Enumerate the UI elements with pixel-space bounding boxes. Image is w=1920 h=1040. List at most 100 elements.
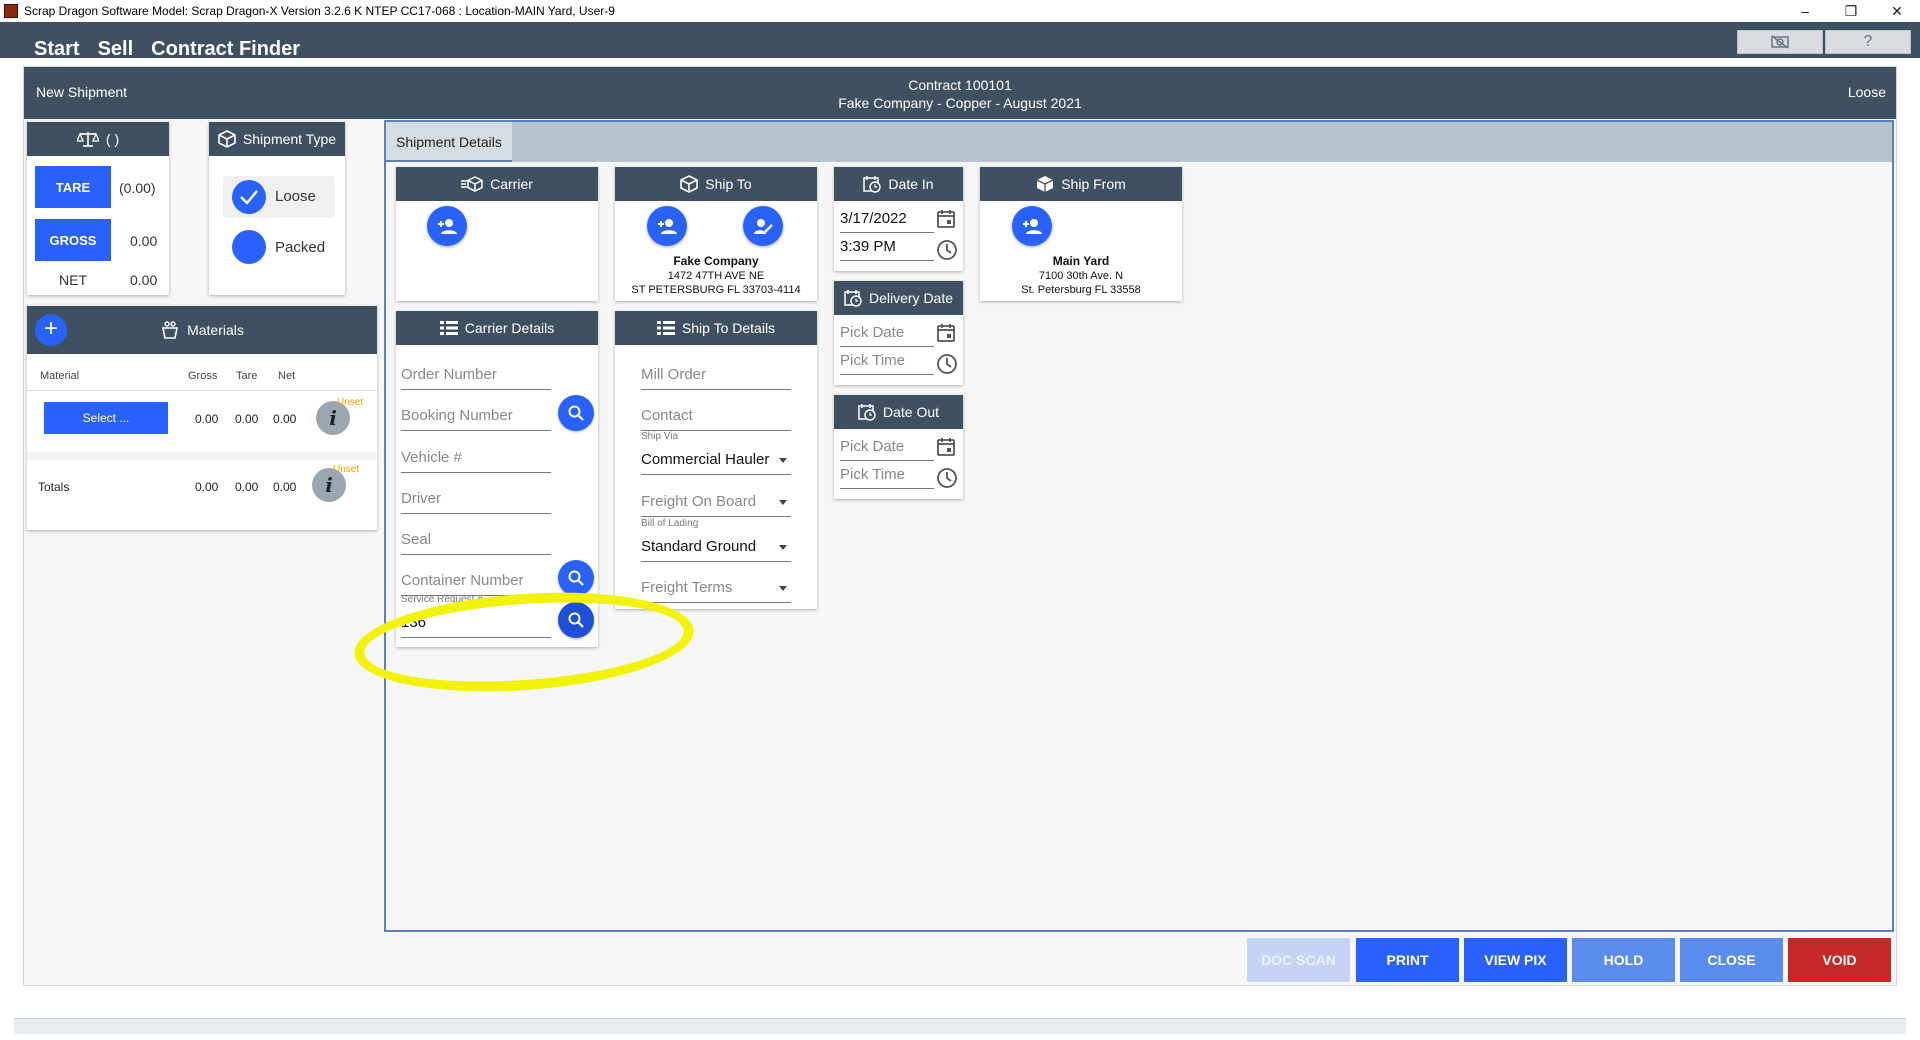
date-out-header: Date Out [834, 395, 963, 429]
calendar-icon[interactable] [936, 437, 956, 457]
clock-icon[interactable] [936, 467, 958, 489]
calendar-clock-icon [858, 403, 876, 421]
delivery-date-title: Delivery Date [868, 290, 954, 306]
delivery-pick-time[interactable]: Pick Time [840, 347, 934, 375]
search-icon [568, 570, 584, 586]
close-window-button[interactable]: ✕ [1874, 0, 1920, 22]
ship-to-header: Ship To [615, 167, 817, 201]
date-in-time[interactable]: 3:39 PM [840, 233, 934, 261]
add-carrier-button[interactable] [427, 206, 467, 246]
freight-terms-select[interactable]: Freight Terms [641, 573, 791, 603]
ship-to-address1: 1472 47TH AVE NE [667, 270, 765, 282]
chevron-down-icon [779, 500, 787, 505]
nav-start[interactable]: Start [34, 38, 80, 61]
camera-toggle-button[interactable] [1737, 30, 1823, 54]
delivery-date-header: Delivery Date [834, 281, 963, 315]
mill-order-field[interactable]: Mill Order [641, 360, 791, 390]
clock-icon[interactable] [936, 353, 958, 375]
search-icon [568, 405, 584, 421]
vehicle-field[interactable]: Vehicle # [401, 443, 551, 473]
freight-on-board-select[interactable]: Freight On Board [641, 487, 791, 517]
order-number-field[interactable]: Order Number [401, 360, 551, 390]
materials-card: Materials + Material Gross Tare Net Sele… [27, 306, 377, 530]
plus-icon: + [43, 315, 58, 342]
calendar-clock-icon [844, 289, 862, 307]
package-icon [680, 175, 699, 193]
calendar-clock-icon [863, 175, 882, 193]
container-search-button[interactable] [558, 560, 594, 596]
date-out-pick-date[interactable]: Pick Date [840, 433, 934, 461]
container-number-field[interactable]: Container Number [401, 566, 551, 596]
booking-search-button[interactable] [558, 395, 594, 431]
tab-shipment-details[interactable]: Shipment Details [386, 122, 512, 162]
package-icon [1036, 175, 1054, 193]
add-ship-from-button[interactable] [1012, 206, 1052, 246]
contact-field[interactable]: Contact [641, 401, 791, 431]
date-in-date[interactable]: 3/17/2022 [840, 205, 934, 233]
ship-to-details-card: Ship To Details Mill Order Contact Ship … [615, 311, 817, 609]
add-person-icon [657, 218, 677, 234]
minimize-button[interactable]: – [1782, 0, 1828, 22]
nav-sell[interactable]: Sell [98, 38, 134, 61]
delivery-pick-date[interactable]: Pick Date [840, 319, 934, 347]
bill-of-lading-label: Bill of Lading [641, 518, 699, 529]
col-material: Material [40, 370, 80, 382]
loose-label: Loose [275, 188, 316, 205]
view-pix-button[interactable]: VIEW PIX [1464, 938, 1567, 982]
booking-number-field[interactable]: Booking Number [401, 401, 551, 431]
shipment-type-card: Shipment Type Loose Packed [209, 122, 345, 295]
void-button[interactable]: VOID [1788, 938, 1891, 982]
shipment-header: New Shipment Contract 100101 Fake Compan… [24, 67, 1896, 119]
tare-button[interactable]: TARE [35, 166, 111, 208]
ship-via-label: Ship Via [641, 431, 679, 442]
clock-icon[interactable] [936, 239, 958, 261]
calendar-icon[interactable] [936, 323, 956, 343]
camera-off-icon [1771, 35, 1789, 49]
help-button[interactable]: ? [1825, 30, 1911, 54]
bill-of-lading-value: Standard Ground [641, 538, 757, 555]
freight-on-board-label: Freight On Board [641, 493, 757, 510]
close-button[interactable]: CLOSE [1680, 938, 1783, 982]
loose-radio[interactable] [232, 180, 266, 214]
doc-scan-button[interactable]: DOC SCAN [1247, 938, 1350, 982]
totals-tare: 0.00 [235, 480, 259, 494]
restore-button[interactable]: ❐ [1828, 0, 1874, 22]
net-label: NET [59, 272, 87, 288]
driver-field[interactable]: Driver [401, 484, 551, 514]
ship-from-name: Main Yard [1052, 254, 1110, 268]
ship-from-address1: 7100 30th Ave. N [1038, 270, 1124, 282]
add-material-button[interactable]: + [35, 314, 67, 346]
edit-ship-to-button[interactable] [743, 206, 783, 246]
shipment-type-title: Shipment Type [242, 131, 337, 147]
ship-from-address2: St. Petersburg FL 33558 [1021, 284, 1141, 296]
weigh-card: ( ) TARE (0.00) GROSS 0.00 NET 0.00 [27, 122, 169, 295]
ship-via-select[interactable]: Ship Via Commercial Hauler [641, 431, 791, 475]
ship-to-title: Ship To [705, 176, 752, 192]
weigh-card-header: ( ) [27, 122, 169, 156]
date-out-pick-time[interactable]: Pick Time [840, 461, 934, 489]
ship-from-header: Ship From [980, 167, 1182, 201]
package-icon [218, 130, 236, 148]
gross-button[interactable]: GROSS [35, 219, 111, 261]
ship-to-card: Ship To Fake Company 1472 47TH AVE NE ST… [615, 167, 817, 301]
print-button[interactable]: PRINT [1356, 938, 1459, 982]
seal-field[interactable]: Seal [401, 525, 551, 555]
contract-description: Fake Company - Copper - August 2021 [838, 95, 1082, 111]
bill-of-lading-select[interactable]: Bill of Lading Standard Ground [641, 518, 791, 562]
select-material-button[interactable]: Select ... [44, 402, 168, 434]
horizontal-scrollbar[interactable] [14, 1018, 1906, 1034]
hold-button[interactable]: HOLD [1572, 938, 1675, 982]
calendar-icon[interactable] [936, 209, 956, 229]
ship-from-address: Main Yard 7100 30th Ave. N St. Petersbur… [980, 254, 1182, 297]
packed-label: Packed [275, 239, 326, 256]
add-ship-to-button[interactable] [647, 206, 687, 246]
gross-value: 0.00 [130, 233, 158, 249]
col-gross: Gross [188, 370, 218, 382]
window-controls: – ❐ ✕ [1782, 0, 1920, 22]
packed-radio[interactable] [232, 230, 266, 264]
nav-contract-finder[interactable]: Contract Finder [151, 38, 300, 61]
delivery-date-card: Delivery Date Pick Date Pick Time [834, 281, 963, 385]
main-nav: Start Sell Contract Finder [34, 38, 300, 61]
add-person-icon [437, 218, 457, 234]
materials-title: Materials [187, 322, 244, 338]
